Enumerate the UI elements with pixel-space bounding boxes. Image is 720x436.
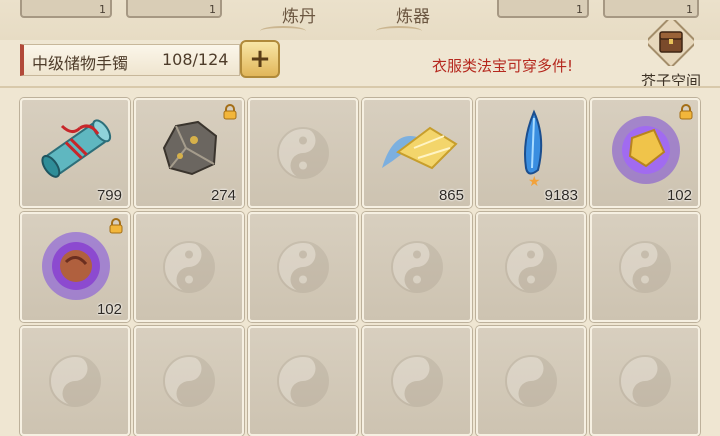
yin-yang-icon — [619, 241, 671, 293]
tab-alchemy[interactable]: 炼丹 — [282, 2, 316, 27]
item-quantity: 799 — [96, 187, 122, 204]
inventory-slot[interactable]: 102 — [20, 212, 130, 322]
chest-icon — [644, 15, 698, 69]
item-quantity: 9183 — [544, 187, 578, 204]
hint-text: 衣服类法宝可穿多件! — [432, 57, 574, 75]
inventory-slot[interactable] — [248, 212, 358, 322]
inventory-slot[interactable] — [248, 98, 358, 208]
star-icon: ★ — [528, 174, 541, 190]
tab-ornament — [376, 26, 422, 36]
expand-bag-button[interactable]: + — [240, 40, 280, 78]
yin-yang-icon — [277, 241, 329, 293]
equip-slot[interactable]: 1 — [126, 0, 222, 18]
yin-yang-icon — [163, 355, 215, 407]
slot-count: 1 — [576, 3, 583, 16]
equip-slot[interactable]: 1 — [603, 0, 699, 18]
inventory-slot[interactable] — [362, 326, 472, 436]
equip-slot[interactable]: 1 — [497, 0, 589, 18]
inventory-slot[interactable]: ★ 9183 — [476, 98, 586, 208]
yin-yang-icon — [277, 127, 329, 179]
inventory-slot[interactable] — [590, 212, 700, 322]
bag-name: 中级储物手镯 — [32, 54, 129, 73]
inventory-slot[interactable] — [590, 326, 700, 436]
tab-refining[interactable]: 炼器 — [396, 2, 430, 27]
yin-yang-icon — [505, 355, 557, 407]
inventory-slot[interactable] — [248, 326, 358, 436]
slot-count: 1 — [209, 3, 216, 16]
inventory-slot[interactable] — [362, 212, 472, 322]
yin-yang-icon — [505, 241, 557, 293]
yin-yang-icon — [163, 241, 215, 293]
slot-count: 1 — [99, 3, 106, 16]
lock-icon — [679, 104, 693, 120]
top-bar: 1 1 炼丹 炼器 1 1 — [0, 0, 720, 40]
lock-icon — [223, 104, 237, 120]
yin-yang-icon — [619, 355, 671, 407]
tab-ornament — [260, 26, 306, 36]
inventory-slot[interactable] — [476, 326, 586, 436]
purple-orb-red-icon — [42, 232, 110, 300]
scroll-icon — [41, 119, 112, 178]
item-quantity: 102 — [666, 187, 692, 204]
item-quantity: 865 — [438, 187, 464, 204]
lock-icon — [109, 218, 123, 234]
inventory-slot[interactable] — [134, 212, 244, 322]
yin-yang-icon — [49, 355, 101, 407]
inventory-slot[interactable] — [134, 326, 244, 436]
purple-orb-gold-icon — [612, 116, 680, 184]
slot-count: 1 — [686, 3, 693, 16]
bag-count: 108/124 — [162, 50, 229, 69]
inventory-slot[interactable]: 865 — [362, 98, 472, 208]
inventory-slot[interactable]: 274 — [134, 98, 244, 208]
yin-yang-icon — [277, 355, 329, 407]
inventory-slot[interactable]: 102 — [590, 98, 700, 208]
item-quantity: 102 — [96, 301, 122, 318]
bag-capacity-bar: 中级储物手镯 108/124 — [20, 44, 240, 76]
inventory-slot[interactable] — [476, 212, 586, 322]
ore-icon — [162, 120, 218, 176]
divider — [0, 86, 720, 88]
crystal-wing-icon — [382, 126, 458, 170]
equip-slot[interactable]: 1 — [20, 0, 112, 18]
mustard-space-button[interactable]: 芥子空间 — [626, 15, 716, 92]
inventory-slot[interactable]: 799 — [20, 98, 130, 208]
yin-yang-icon — [391, 241, 443, 293]
item-quantity: 274 — [210, 187, 236, 204]
yin-yang-icon — [391, 355, 443, 407]
inventory-slot[interactable] — [20, 326, 130, 436]
